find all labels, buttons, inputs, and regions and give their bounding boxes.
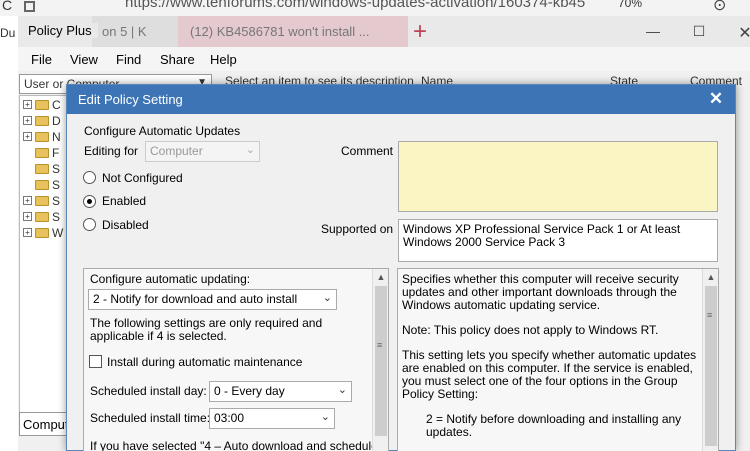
menu-view[interactable]: View (70, 52, 98, 67)
tree-node[interactable]: + S (22, 194, 68, 208)
home-icon[interactable] (24, 1, 35, 12)
menu-find[interactable]: Find (116, 52, 141, 67)
status-fragment[interactable]: Comput (19, 412, 67, 436)
expand-icon[interactable]: + (23, 100, 32, 109)
category-tree[interactable]: + C + D + N F S S + S + S + W (19, 95, 67, 435)
menu-share[interactable]: Share (160, 52, 195, 67)
options-panel: Configure automatic updating: 2 - Notify… (83, 268, 389, 451)
editing-for-value: Computer (150, 144, 203, 158)
editing-for-label: Editing for (84, 144, 139, 158)
configure-updating-select[interactable]: 2 - Notify for download and auto install… (88, 289, 337, 310)
install-day-select[interactable]: 0 - Every day ⌄ (209, 381, 352, 402)
supported-on-value: Windows XP Professional Service Pack 1 o… (398, 219, 718, 262)
tree-node[interactable]: S (22, 162, 68, 176)
address-bar-url[interactable]: https://www.tenforums.com/windows-update… (125, 0, 585, 11)
chevron-down-icon: ⌄ (322, 292, 332, 304)
folder-icon (35, 148, 49, 158)
edit-policy-dialog: Edit Policy Setting ✕ Configure Automati… (66, 84, 736, 451)
expand-icon[interactable]: + (23, 228, 32, 237)
folder-icon (35, 228, 49, 238)
tree-node[interactable]: + C (22, 98, 68, 112)
menu-bar: File View Find Share Help (18, 47, 750, 71)
install-day-label: Scheduled install day: (90, 384, 207, 398)
tree-node[interactable]: + N (22, 130, 68, 144)
configure-updating-label: Configure automatic updating: (90, 272, 251, 286)
comment-textarea[interactable] (398, 141, 718, 212)
tree-node[interactable]: + S (22, 210, 68, 224)
help-paragraph: Specifies whether this computer will rec… (402, 272, 679, 312)
new-tab-plus-icon[interactable]: + (413, 18, 427, 46)
options-truncated-line: If you have selected "4 – Auto download … (90, 439, 378, 451)
reload-icon[interactable]: C (2, 0, 12, 13)
grip-icon: ≡ (377, 340, 383, 350)
help-text: Specifies whether this computer will rec… (402, 273, 698, 451)
chevron-down-icon: ⌄ (320, 411, 330, 423)
folder-icon (35, 132, 49, 142)
folder-icon (35, 180, 49, 190)
configure-updating-value: 2 - Notify for download and auto install (93, 292, 298, 306)
close-icon[interactable]: ✕ (722, 16, 750, 47)
radio-not-configured-label[interactable]: Not Configured (102, 171, 183, 185)
expand-icon[interactable]: + (23, 116, 32, 125)
editing-for-select[interactable]: Computer ⌄ (145, 141, 260, 162)
browser-side-fragment: Du (0, 26, 16, 40)
radio-disabled-label[interactable]: Disabled (102, 218, 149, 232)
options-note: The following settings are only required… (90, 316, 323, 343)
scrollbar-thumb[interactable] (375, 286, 387, 436)
tree-node[interactable]: + D (22, 114, 68, 128)
dialog-title: Edit Policy Setting (67, 85, 735, 114)
expand-icon[interactable]: + (23, 196, 32, 205)
chevron-down-icon: ⌄ (337, 384, 347, 396)
options-scrollbar[interactable]: ▲ ≡ (372, 269, 388, 451)
install-time-label: Scheduled install time: (90, 411, 211, 425)
scroll-up-icon[interactable]: ▲ (703, 269, 718, 285)
browser-menu-icon[interactable]: ⊙ (713, 0, 726, 15)
browser-top-strip: C https://www.tenforums.com/windows-upda… (0, 0, 750, 16)
folder-icon (35, 116, 49, 126)
folder-icon (35, 100, 49, 110)
folder-icon (35, 196, 49, 206)
tree-node[interactable]: + W (22, 226, 68, 240)
install-maintenance-label[interactable]: Install during automatic maintenance (107, 355, 302, 369)
policy-name: Configure Automatic Updates (84, 124, 241, 138)
help-panel: Specifies whether this computer will rec… (397, 268, 719, 451)
radio-enabled-label[interactable]: Enabled (102, 194, 146, 208)
grip-icon: ≡ (707, 310, 713, 320)
close-icon[interactable]: ✕ (697, 85, 735, 114)
chevron-down-icon: ⌄ (245, 144, 255, 156)
background-browser-tab-2[interactable]: (12) KB4586781 won't install ... (178, 16, 408, 47)
install-maintenance-checkbox[interactable] (89, 355, 102, 368)
radio-not-configured[interactable] (83, 171, 96, 184)
minimize-icon[interactable]: — (630, 16, 676, 47)
background-browser-tab[interactable]: on 5 | K (92, 16, 182, 47)
zoom-level[interactable]: 70% (618, 0, 642, 10)
radio-enabled[interactable] (83, 195, 96, 208)
expand-icon[interactable]: + (23, 132, 32, 141)
install-time-select[interactable]: 03:00 ⌄ (209, 408, 335, 429)
help-scrollbar[interactable]: ▲ ≡ (702, 269, 718, 451)
supported-on-label: Supported on (321, 222, 394, 236)
maximize-icon[interactable]: ☐ (676, 16, 722, 47)
help-paragraph: 2 = Notify before downloading and instal… (426, 412, 682, 439)
tree-node[interactable]: S (22, 178, 68, 192)
app-title: Policy Plus (28, 23, 98, 38)
folder-warning-icon (35, 164, 49, 174)
comment-label: Comment (341, 144, 394, 158)
expand-icon[interactable]: + (23, 212, 32, 221)
folder-icon (35, 212, 49, 222)
policy-plus-titlebar: on 5 | K (12) KB4586781 won't install ..… (18, 16, 750, 47)
help-paragraph: Note: This policy does not apply to Wind… (402, 323, 659, 337)
scroll-up-icon[interactable]: ▲ (373, 269, 388, 285)
tree-node[interactable]: F (22, 146, 68, 160)
menu-help[interactable]: Help (210, 52, 237, 67)
radio-disabled[interactable] (83, 218, 96, 231)
menu-file[interactable]: File (31, 52, 52, 67)
install-time-value: 03:00 (214, 411, 245, 425)
install-day-value: 0 - Every day (214, 384, 285, 398)
help-paragraph: This setting lets you specify whether au… (402, 348, 697, 401)
